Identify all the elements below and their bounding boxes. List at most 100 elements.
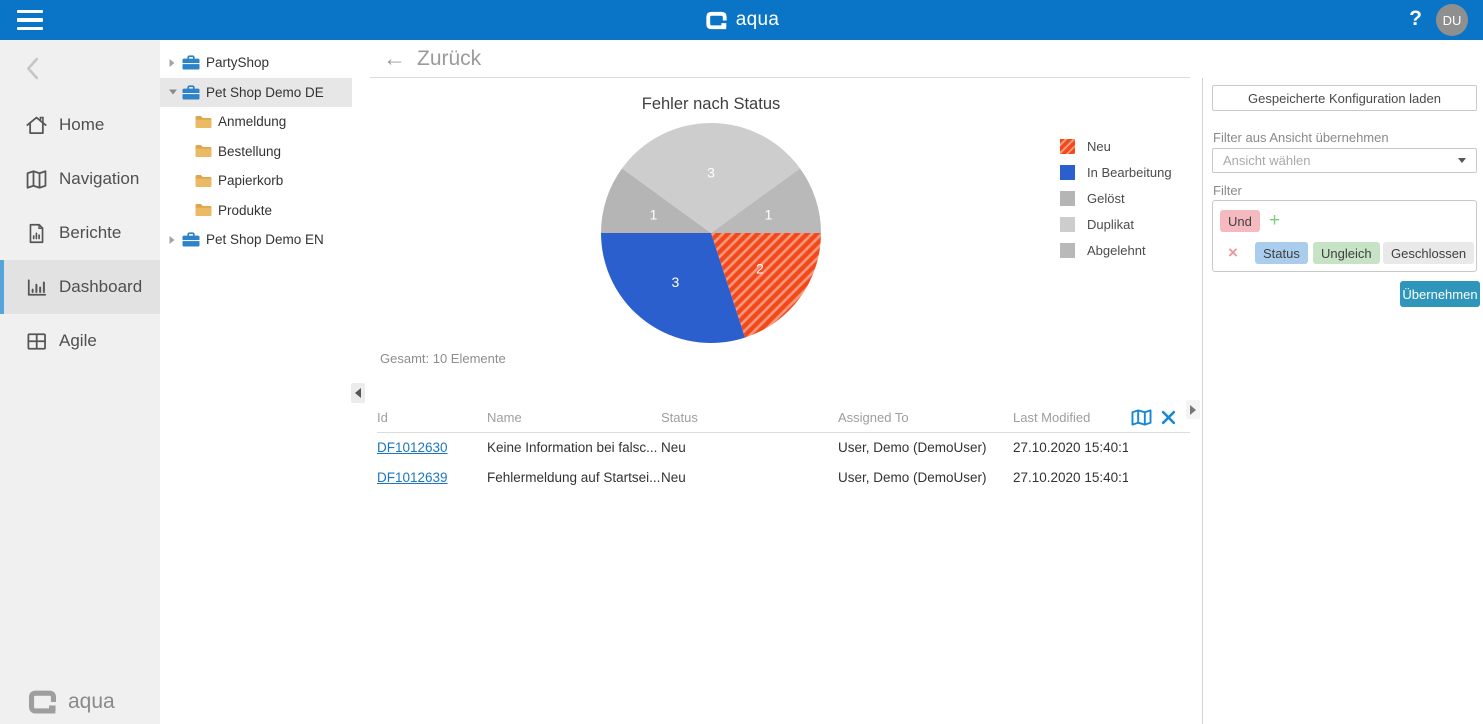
legend-item-neu[interactable]: Neu bbox=[1060, 139, 1172, 154]
aqua-logo-icon bbox=[26, 688, 59, 716]
filter-label: Filter bbox=[1213, 183, 1242, 198]
collapse-icon[interactable] bbox=[168, 88, 182, 96]
back-arrow-icon: ← bbox=[383, 45, 406, 71]
table-row[interactable]: DF1012639 Fehlermeldung auf Startsei... Ne… bbox=[377, 463, 1190, 493]
project-icon bbox=[182, 232, 200, 247]
sidebar-item-navigation[interactable]: Navigation bbox=[0, 152, 160, 206]
table-header: Id Name Status Assigned To Last Modified bbox=[377, 403, 1190, 433]
chevron-down-icon bbox=[1458, 158, 1466, 163]
filter-builder: Und + × Status Ungleich Geschlossen bbox=[1212, 200, 1477, 272]
column-header-status[interactable]: Status bbox=[661, 410, 838, 425]
defect-name: Fehlermeldung auf Startsei... bbox=[487, 469, 661, 485]
legend-label: Duplikat bbox=[1087, 217, 1134, 232]
filter-operator-chip[interactable]: Ungleich bbox=[1313, 242, 1380, 264]
back-button[interactable]: ← Zurück bbox=[370, 40, 1190, 78]
legend-swatch bbox=[1060, 191, 1075, 206]
main-content: ← Zurück Fehler nach Status 2 3 1 3 1 Neu In … bbox=[370, 40, 1202, 724]
defect-assigned-to: User, Demo (DemoUser) bbox=[838, 469, 987, 485]
defect-status: Neu bbox=[661, 469, 686, 485]
column-header-assigned-to[interactable]: Assigned To bbox=[838, 410, 1013, 425]
view-select-placeholder: Ansicht wählen bbox=[1223, 153, 1311, 168]
filter-value-chip[interactable]: Geschlossen bbox=[1383, 242, 1475, 264]
sidebar-item-home[interactable]: Home bbox=[0, 98, 160, 152]
defect-id-link[interactable]: DF1012639 bbox=[377, 470, 448, 485]
app-brand: aqua bbox=[0, 0, 1483, 40]
column-header-name[interactable]: Name bbox=[487, 410, 661, 425]
collapse-filter-handle[interactable] bbox=[1186, 400, 1200, 419]
tree-item-label: Pet Shop Demo EN bbox=[206, 232, 324, 248]
defect-assigned-to: User, Demo (DemoUser) bbox=[838, 440, 987, 456]
table-header-icons bbox=[1128, 408, 1190, 427]
table-row[interactable]: DF1012630 Keine Information bei falsc... N… bbox=[377, 433, 1190, 463]
legend-item-duplikat[interactable]: Duplikat bbox=[1060, 217, 1172, 232]
tree-item-anmeldung[interactable]: Anmeldung bbox=[160, 107, 352, 137]
footer-brand-text: aqua bbox=[68, 690, 115, 713]
project-icon bbox=[182, 85, 200, 100]
tree-item-produkte[interactable]: Produkte bbox=[160, 196, 352, 226]
defect-status: Neu bbox=[661, 440, 686, 456]
brand-text: aqua bbox=[735, 9, 780, 30]
view-filter-label: Filter aus Ansicht übernehmen bbox=[1213, 130, 1389, 145]
legend-item-gel-st[interactable]: Gelöst bbox=[1060, 191, 1172, 206]
sidebar-item-dashboard[interactable]: Dashboard bbox=[0, 260, 160, 314]
legend-swatch bbox=[1060, 243, 1075, 258]
legend-label: Neu bbox=[1087, 139, 1111, 154]
sidebar-item-label: Berichte bbox=[59, 223, 122, 242]
report-icon bbox=[24, 221, 49, 246]
sidebar-collapse-button[interactable] bbox=[25, 57, 39, 80]
tree-item-label: Papierkorb bbox=[218, 173, 284, 189]
legend-swatch bbox=[1060, 165, 1075, 180]
chart-legend: Neu In Bearbeitung Gelöst Duplikat Abgelehnt bbox=[1060, 139, 1172, 258]
sidebar-item-agile[interactable]: Agile bbox=[0, 314, 160, 368]
remove-condition-icon[interactable]: × bbox=[1228, 242, 1238, 264]
avatar[interactable]: DU bbox=[1436, 4, 1468, 36]
sidebar: Home Navigation Berichte Dashboard Agile aqu… bbox=[0, 40, 160, 724]
tree-item-label: Bestellung bbox=[218, 143, 282, 159]
chart-title: Fehler nach Status bbox=[641, 95, 781, 113]
legend-swatch bbox=[1060, 139, 1075, 154]
folder-icon bbox=[195, 144, 212, 158]
tree-item-partyshop[interactable]: PartyShop bbox=[160, 48, 352, 78]
map-icon bbox=[24, 167, 49, 192]
tree-item-papierkorb[interactable]: Papierkorb bbox=[160, 166, 352, 196]
tree-item-bestellung[interactable]: Bestellung bbox=[160, 137, 352, 167]
home-icon bbox=[24, 113, 49, 138]
sidebar-item-label: Home bbox=[59, 115, 105, 134]
sidebar-item-label: Navigation bbox=[59, 169, 140, 188]
tree-item-pet-shop-demo-en[interactable]: Pet Shop Demo EN bbox=[160, 225, 352, 255]
filter-group-operator-chip[interactable]: Und bbox=[1220, 210, 1260, 232]
triangle-left-icon bbox=[355, 388, 361, 398]
legend-item-in-bearbeitung[interactable]: In Bearbeitung bbox=[1060, 165, 1172, 180]
column-header-last-modified[interactable]: Last Modified bbox=[1013, 410, 1128, 425]
add-condition-icon[interactable]: + bbox=[1269, 210, 1280, 232]
expand-icon[interactable] bbox=[168, 235, 182, 245]
defects-table: Id Name Status Assigned To Last Modified DF1… bbox=[377, 403, 1190, 492]
close-icon[interactable] bbox=[1161, 410, 1176, 425]
defect-name: Keine Information bei falsc... bbox=[487, 440, 658, 456]
view-select[interactable]: Ansicht wählen bbox=[1212, 148, 1477, 173]
filter-field-chip[interactable]: Status bbox=[1255, 242, 1308, 264]
map-view-icon[interactable] bbox=[1130, 408, 1153, 427]
legend-item-abgelehnt[interactable]: Abgelehnt bbox=[1060, 243, 1172, 258]
legend-label: Abgelehnt bbox=[1087, 243, 1146, 258]
top-bar: aqua ? DU bbox=[0, 0, 1483, 40]
legend-swatch bbox=[1060, 217, 1075, 232]
filter-panel: Gespeicherte Konfiguration laden Filter … bbox=[1203, 40, 1483, 724]
load-saved-configuration-button[interactable]: Gespeicherte Konfiguration laden bbox=[1212, 85, 1477, 111]
total-elements-label: Gesamt: 10 Elemente bbox=[380, 351, 506, 366]
legend-label: In Bearbeitung bbox=[1087, 165, 1172, 180]
apply-button[interactable]: Übernehmen bbox=[1400, 281, 1480, 307]
triangle-right-icon bbox=[1190, 404, 1196, 415]
pie-chart[interactable]: 2 3 1 3 1 bbox=[601, 123, 821, 343]
help-icon[interactable]: ? bbox=[1409, 7, 1422, 31]
defect-id-link[interactable]: DF1012630 bbox=[377, 440, 448, 455]
expand-icon[interactable] bbox=[168, 58, 182, 68]
bar-chart-icon bbox=[24, 275, 49, 300]
tree-item-label: Pet Shop Demo DE bbox=[206, 84, 324, 100]
table-body: DF1012630 Keine Information bei falsc... N… bbox=[377, 433, 1190, 492]
collapse-tree-handle[interactable] bbox=[351, 383, 365, 403]
tree-item-pet-shop-demo-de[interactable]: Pet Shop Demo DE bbox=[160, 77, 352, 107]
defect-last-modified: 27.10.2020 15:40:19 bbox=[1013, 469, 1128, 485]
column-header-id[interactable]: Id bbox=[377, 410, 487, 425]
sidebar-item-berichte[interactable]: Berichte bbox=[0, 206, 160, 260]
